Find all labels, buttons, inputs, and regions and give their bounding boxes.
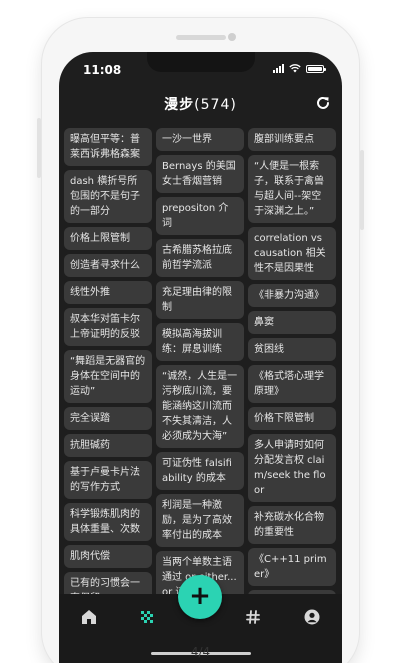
note-card[interactable]: 《非暴力沟通》 xyxy=(248,284,336,307)
profile-icon xyxy=(304,609,320,625)
app-screen: 11:08 漫步(574) 曝高但平等：普莱西诉弗格森案 dash 横折号所包围… xyxy=(59,52,342,663)
note-count: (574) xyxy=(194,97,237,113)
note-card[interactable]: dash 横折号所包围的不是句子的一部分 xyxy=(64,170,152,223)
refresh-icon xyxy=(317,96,329,109)
phone-camera xyxy=(228,33,236,41)
grid-icon xyxy=(141,611,153,623)
signal-icon xyxy=(273,64,284,73)
add-icon: + xyxy=(189,581,211,611)
note-card[interactable]: 可证伪性 falsifiability 的成本 xyxy=(156,452,244,490)
note-column-3: 腹部训练要点 “人便是一根索子，联系于禽兽与超人间--架空于深渊之上。” corre… xyxy=(248,128,336,646)
hash-icon xyxy=(246,610,260,624)
phone-power-button xyxy=(360,150,364,230)
note-card[interactable]: “舞蹈是无器官的身体在空间中的运动” xyxy=(64,350,152,403)
wifi-icon xyxy=(289,64,301,73)
note-card[interactable]: 《C++11 primer》 xyxy=(248,548,336,586)
add-note-button[interactable]: + xyxy=(178,575,222,619)
note-card[interactable]: 叔本华对笛卡尔上帝证明的反驳 xyxy=(64,308,152,346)
note-card[interactable]: 价格上限管制 xyxy=(64,227,152,250)
notch xyxy=(147,52,255,72)
note-card[interactable]: 创造者寻求什么 xyxy=(64,254,152,277)
note-column-1: 曝高但平等：普莱西诉弗格森案 dash 横折号所包围的不是句子的一部分价格上限管制… xyxy=(64,128,152,646)
note-card[interactable]: 一沙一世界 xyxy=(156,128,244,151)
status-icons xyxy=(273,64,326,73)
note-column-2: 一沙一世界 Bernays 的美国女士香烟营销 prepositon 介词 古希腊苏格… xyxy=(156,128,244,646)
note-card[interactable]: “诚然，人生是一污秽底川流，要能涵纳这川流而不失其清洁，人必须成为大海” xyxy=(156,365,244,448)
note-card[interactable]: 贫困线 xyxy=(248,338,336,361)
refresh-button[interactable] xyxy=(314,94,332,112)
note-card[interactable]: 完全误踏 xyxy=(64,407,152,430)
note-card[interactable]: 线性外推 xyxy=(64,281,152,304)
note-card[interactable]: 腹部训练要点 xyxy=(248,128,336,151)
note-card[interactable]: 价格下限管制 xyxy=(248,407,336,430)
home-icon xyxy=(82,610,96,624)
note-card[interactable]: 充足理由律的限制 xyxy=(156,281,244,319)
note-card[interactable]: 补充碳水化合物的重要性 xyxy=(248,506,336,544)
note-card[interactable]: “人便是一根索子，联系于禽兽与超人间--架空于深渊之上。” xyxy=(248,155,336,223)
note-card[interactable]: 多人申请时如何分配发言权 claim/seek the floor xyxy=(248,434,336,502)
note-card[interactable]: 科学锻炼肌肉的具体重量、次数 xyxy=(64,503,152,541)
nav-tags-button[interactable] xyxy=(242,606,264,628)
note-card[interactable]: prepositon 介词 xyxy=(156,197,244,235)
battery-icon xyxy=(306,64,326,73)
note-card[interactable]: Bernays 的美国女士香烟营销 xyxy=(156,155,244,193)
nav-home-button[interactable] xyxy=(78,606,100,628)
phone-volume-button xyxy=(37,118,41,178)
nav-grid-button[interactable] xyxy=(136,606,158,628)
note-card[interactable]: correlation vs causation 相关性不是因果性 xyxy=(248,227,336,280)
note-card[interactable]: 模拟高海拔训练：屏息训练 xyxy=(156,323,244,361)
app-bar: 漫步(574) xyxy=(59,90,342,122)
page-title: 漫步(574) xyxy=(59,94,342,114)
status-bar: 11:08 xyxy=(59,52,342,88)
page-title-text: 漫步 xyxy=(164,97,195,113)
note-card[interactable]: 利润是一种激励，是为了高效率付出的成本 xyxy=(156,494,244,547)
note-card[interactable]: 抗胆碱药 xyxy=(64,434,152,457)
nav-profile-button[interactable] xyxy=(301,606,323,628)
status-time: 11:08 xyxy=(83,63,122,77)
phone-speaker xyxy=(176,35,226,40)
note-card[interactable]: 古希腊苏格拉底前哲学流派 xyxy=(156,239,244,277)
note-card[interactable]: 基于卢曼卡片法的写作方式 xyxy=(64,461,152,499)
note-card[interactable]: 鼻窦 xyxy=(248,311,336,334)
note-card[interactable]: 《格式塔心理学原理》 xyxy=(248,365,336,403)
note-card[interactable]: 曝高但平等：普莱西诉弗格森案 xyxy=(64,128,152,166)
note-grid[interactable]: 曝高但平等：普莱西诉弗格森案 dash 横折号所包围的不是句子的一部分价格上限管制… xyxy=(64,128,337,646)
note-card[interactable]: 肌肉代偿 xyxy=(64,545,152,568)
device-stage: 11:08 漫步(574) 曝高但平等：普莱西诉弗格森案 dash 横折号所包围… xyxy=(0,0,401,663)
page-indicator: 4/4 xyxy=(190,645,211,659)
